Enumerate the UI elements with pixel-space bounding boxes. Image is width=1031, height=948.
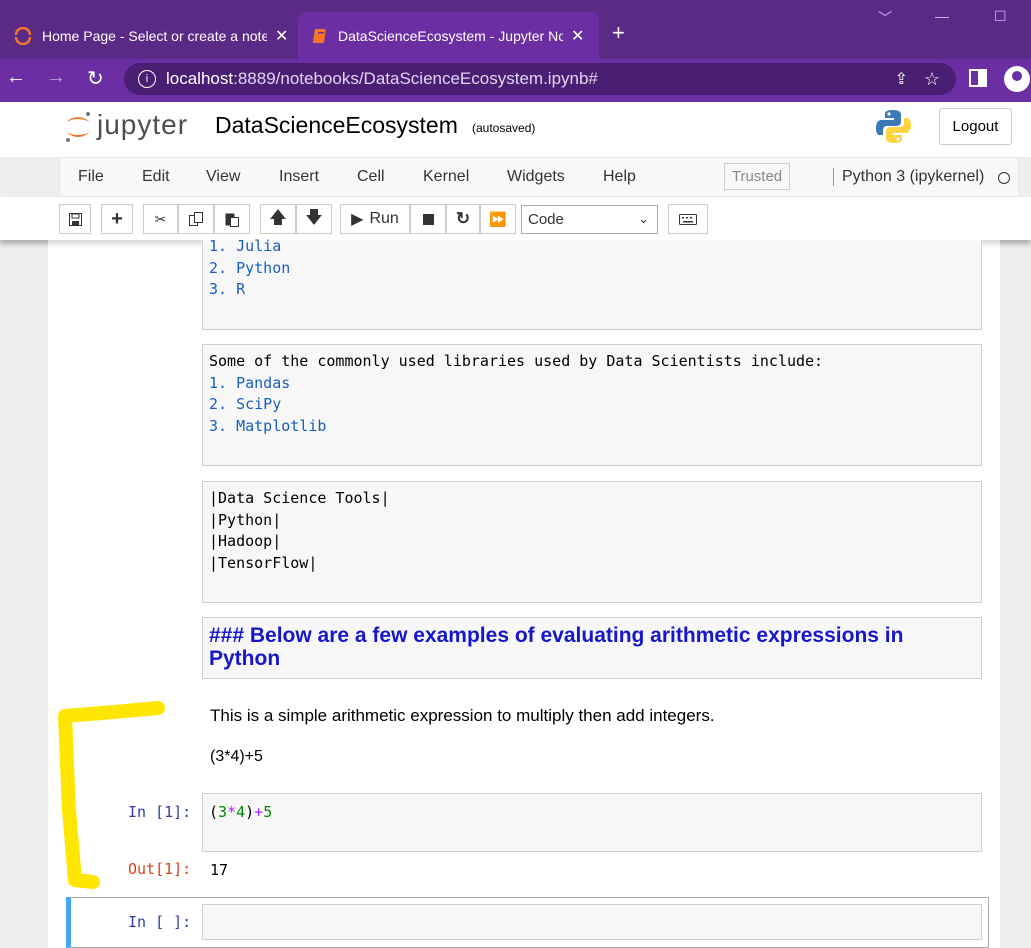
autosave-status: (autosaved) xyxy=(472,121,536,135)
keyboard-icon xyxy=(679,213,697,225)
code-cell-input-empty[interactable] xyxy=(202,904,982,940)
menu-kernel[interactable]: Kernel xyxy=(423,168,469,186)
move-down-button[interactable]: 🡇 xyxy=(296,204,332,234)
heading-text: ### Below are a few examples of evaluati… xyxy=(209,624,904,670)
plus-icon: + xyxy=(111,207,123,230)
forward-icon[interactable]: → xyxy=(46,66,66,89)
cell-type-value: Code xyxy=(528,211,564,228)
python-logo-icon xyxy=(876,110,911,143)
reload-icon[interactable]: ↻ xyxy=(87,66,104,91)
address-bar[interactable]: i localhost:8889/notebooks/DataScienceEc… xyxy=(124,63,956,95)
fast-forward-icon: ⏩ xyxy=(489,210,507,227)
rendered-expression: (3*4)+5 xyxy=(210,748,263,765)
menu-help[interactable]: Help xyxy=(603,168,636,186)
notebook-favicon-icon xyxy=(313,28,326,43)
side-panel-icon[interactable] xyxy=(969,69,987,87)
kernel-status-icon xyxy=(998,172,1010,184)
code-token: ( xyxy=(209,803,219,821)
notebook-name[interactable]: DataScienceEcosystem xyxy=(215,112,458,139)
profile-avatar[interactable] xyxy=(1004,66,1030,92)
table-row: |TensorFlow| xyxy=(209,553,318,572)
highlighter-annotation xyxy=(58,701,165,889)
markdown-cell-languages-visible[interactable]: 1. Julia 2. Python 3. R xyxy=(202,237,982,330)
url-host: localhost xyxy=(166,69,234,88)
tab-title: DataScienceEcosystem - Jupyter Notebook xyxy=(338,27,563,44)
table-row: |Hadoop| xyxy=(209,532,282,550)
url-path: :8889/notebooks/DataScienceEcosystem.ipy… xyxy=(233,69,598,88)
close-tab-icon[interactable]: ✕ xyxy=(571,26,584,46)
paste-icon xyxy=(225,213,239,227)
arrow-down-icon: 🡇 xyxy=(305,207,323,227)
code-token: * xyxy=(227,803,237,821)
save-button[interactable] xyxy=(59,204,91,234)
table-row: |Python| xyxy=(209,510,282,529)
bookmark-star-icon[interactable]: ☆ xyxy=(924,69,940,90)
code-cell-input[interactable]: (3*4)+5 xyxy=(202,793,982,852)
restart-icon: ↻ xyxy=(455,209,471,228)
logout-button[interactable]: Logout xyxy=(939,108,1012,145)
close-tab-icon[interactable]: ✕ xyxy=(275,26,288,46)
share-icon[interactable]: ⇪ xyxy=(895,69,908,89)
list-item: 1. Pandas xyxy=(209,373,291,392)
cell-type-select[interactable]: Code ⌄ xyxy=(521,205,658,234)
run-button[interactable]: ▶ Run xyxy=(340,204,410,234)
input-prompt: In [ ]: xyxy=(128,913,192,931)
copy-icon xyxy=(189,212,203,226)
cut-button[interactable]: ✂ xyxy=(143,204,178,234)
save-icon xyxy=(68,212,82,226)
trusted-badge[interactable]: Trusted xyxy=(724,163,790,190)
menu-widgets[interactable]: Widgets xyxy=(507,168,565,186)
tab-notebook[interactable]: DataScienceEcosystem - Jupyter Notebook … xyxy=(298,12,599,59)
code-token: + xyxy=(254,803,264,821)
play-icon: ▶ xyxy=(351,211,364,228)
menu-edit[interactable]: Edit xyxy=(142,168,170,186)
menu-view[interactable]: View xyxy=(206,168,240,186)
tab-title: Home Page - Select or create a notebook xyxy=(42,27,267,44)
list-item: 2. Python xyxy=(209,258,291,277)
list-item: 2. SciPy xyxy=(209,395,282,413)
menu-insert[interactable]: Insert xyxy=(279,168,319,186)
rendered-paragraph: This is a simple arithmetic expression t… xyxy=(210,706,715,725)
restart-button[interactable]: ↻ xyxy=(446,204,480,234)
chevron-down-icon: ⌄ xyxy=(638,211,649,226)
command-palette-button[interactable] xyxy=(668,204,708,234)
insert-cell-button[interactable]: + xyxy=(101,204,133,234)
move-up-button[interactable]: 🡅 xyxy=(260,204,296,234)
markdown-cell-tools[interactable]: |Data Science Tools| |Python| |Hadoop| |… xyxy=(202,481,982,603)
stop-icon xyxy=(422,213,434,225)
markdown-cell-libraries[interactable]: Some of the commonly used libraries used… xyxy=(202,344,982,466)
paste-button[interactable] xyxy=(214,204,250,234)
cell-text: Some of the commonly used libraries used… xyxy=(209,352,824,370)
jupyter-favicon-icon xyxy=(14,26,32,45)
markdown-cell-heading[interactable]: ### Below are a few examples of evaluati… xyxy=(202,617,982,679)
menu-cell[interactable]: Cell xyxy=(357,168,385,186)
jupyter-logo-text[interactable]: jupyter xyxy=(97,109,188,141)
tab-search-icon[interactable]: ﹀ xyxy=(878,8,892,28)
list-item: 3. Matplotlib xyxy=(209,416,327,435)
tab-home[interactable]: Home Page - Select or create a notebook … xyxy=(0,12,297,59)
code-token: 5 xyxy=(263,803,273,821)
list-item: 1. Julia xyxy=(209,237,282,255)
arrow-up-icon: 🡅 xyxy=(269,207,287,227)
code-token: 4 xyxy=(236,803,246,821)
scissors-icon: ✂ xyxy=(154,210,167,227)
minimize-icon[interactable]: — xyxy=(935,8,949,24)
restart-run-all-button[interactable]: ⏩ xyxy=(480,204,516,234)
run-label: Run xyxy=(369,210,399,227)
copy-button[interactable] xyxy=(178,204,214,234)
interrupt-button[interactable] xyxy=(410,204,446,234)
output-value: 17 xyxy=(210,861,229,879)
back-icon[interactable]: ← xyxy=(6,66,26,89)
new-tab-button[interactable]: + xyxy=(612,20,625,46)
site-info-icon[interactable]: i xyxy=(138,70,156,88)
kernel-name[interactable]: Python 3 (ipykernel) xyxy=(833,168,984,186)
code-token: 3 xyxy=(218,803,228,821)
table-row: |Data Science Tools| xyxy=(209,489,390,507)
jupyter-logo-icon[interactable] xyxy=(63,110,93,144)
menu-file[interactable]: File xyxy=(78,168,104,186)
code-token: ) xyxy=(245,803,255,821)
list-item: 3. R xyxy=(209,280,246,298)
maximize-icon[interactable]: ☐ xyxy=(994,8,1007,25)
